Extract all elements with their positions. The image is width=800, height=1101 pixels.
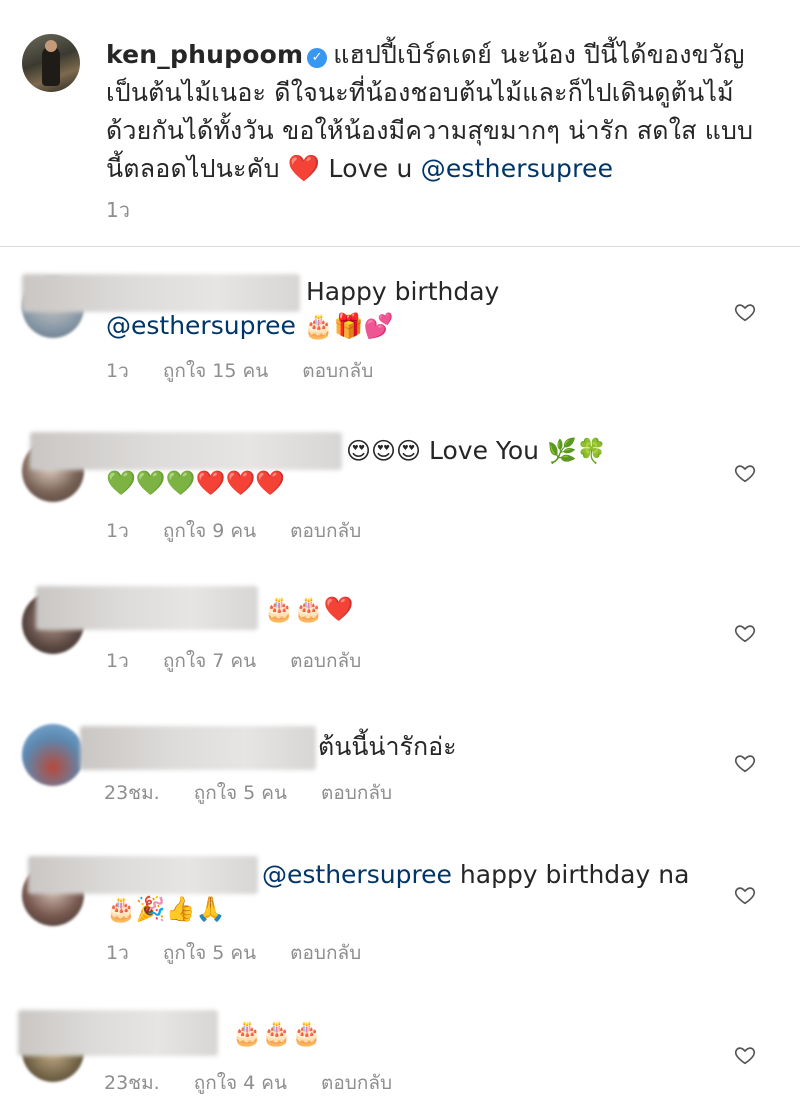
comment-time: 1ว (106, 650, 129, 672)
comment-meta: 1ว ถูกใจ 9 คน ตอบกลับ (106, 516, 389, 546)
comment-likes[interactable]: ถูกใจ 5 คน (163, 942, 256, 964)
owner-avatar[interactable] (22, 34, 80, 92)
caption-line-2: เป็นต้นไม้เนอะ ดีใจนะที่น้องชอบต้นไม้และ… (106, 78, 734, 107)
comment-time: 1ว (106, 520, 129, 542)
comment-item: ต้นนี้น่ารักอ่ะ 23ชม. ถูกใจ 5 คน ตอบกลับ (0, 720, 800, 820)
avatar-figure (42, 46, 60, 86)
comment-likes[interactable]: ถูกใจ 5 คน (194, 782, 287, 804)
caption-divider (0, 246, 800, 247)
commenter-name-blurred[interactable] (30, 432, 342, 470)
commenter-name-blurred[interactable] (80, 726, 316, 770)
comment-text: ต้นนี้น่ารักอ่ะ (318, 732, 457, 761)
reply-button[interactable]: ตอบกลับ (290, 942, 361, 964)
commenter-name-blurred[interactable] (28, 856, 258, 894)
avatar-head (45, 40, 57, 52)
comment-emojis: 🎂🎁💕 (303, 312, 394, 340)
comment-likes[interactable]: ถูกใจ 4 คน (194, 1072, 287, 1094)
comment-time: 1ว (106, 942, 129, 964)
comment-item: 😍😍😍 Love You 🌿🍀 💚💚💚❤️❤️❤️ 1ว ถูกใจ 9 คน … (0, 426, 800, 556)
comment-emojis: 🎂🎂🎂 (232, 1019, 322, 1047)
commenter-name-blurred[interactable] (36, 586, 258, 630)
comment-emojis-b: 🌿🍀 (546, 437, 607, 465)
caption-text: ken_phupoom ✓ แฮปปี้เบิร์ดเดย์ นะน้อง ปีนี… (106, 36, 766, 188)
comment-mention[interactable]: @esthersupree (106, 311, 296, 340)
reply-button[interactable]: ตอบกลับ (302, 360, 373, 382)
comment-likes[interactable]: ถูกใจ 9 คน (163, 520, 256, 542)
comment-item: 🎂🎂❤️ 1ว ถูกใจ 7 คน ตอบกลับ (0, 580, 800, 690)
heart-outline-icon[interactable] (734, 884, 756, 906)
post-caption: ken_phupoom ✓ แฮปปี้เบิร์ดเดย์ นะน้อง ปีนี… (0, 0, 800, 246)
reply-button[interactable]: ตอบกลับ (321, 782, 392, 804)
heart-outline-icon[interactable] (734, 752, 756, 774)
comment-item: @esthersupree happy birthday na 🎂🎉👍🙏 1ว … (0, 850, 800, 980)
comment-meta: 23ชม. ถูกใจ 4 คน ตอบกลับ (104, 1068, 420, 1098)
comment-meta: 23ชม. ถูกใจ 5 คน ตอบกลับ (104, 778, 420, 808)
caption-line-1: แฮปปี้เบิร์ดเดย์ นะน้อง ปีนี้ได้ของขวัญ (333, 40, 745, 69)
commenter-name-blurred[interactable] (18, 1010, 218, 1056)
comment-meta: 1ว ถูกใจ 7 คน ตอบกลับ (106, 646, 389, 676)
caption-line-3: ด้วยกันได้ทั้งวัน ขอให้น้องมีความสุขมากๆ… (106, 116, 754, 145)
reply-button[interactable]: ตอบกลับ (290, 650, 361, 672)
comment-time: 23ชม. (104, 1072, 160, 1094)
reply-button[interactable]: ตอบกลับ (290, 520, 361, 542)
commenter-avatar[interactable] (22, 724, 84, 786)
heart-outline-icon[interactable] (734, 622, 756, 644)
comment-mention[interactable]: @esthersupree (262, 860, 452, 889)
caption-love: Love u (328, 154, 413, 183)
comment-time: 1ว (106, 360, 129, 382)
comment-text: happy birthday na (459, 860, 690, 889)
comment-emojis: 🎂🎂❤️ (264, 595, 354, 623)
comment-text: Happy birthday (306, 277, 500, 306)
reply-button[interactable]: ตอบกลับ (321, 1072, 392, 1094)
green-hearts: 💚💚💚 (106, 469, 196, 497)
verified-badge-icon: ✓ (307, 48, 328, 68)
comment-likes[interactable]: ถูกใจ 7 คน (163, 650, 256, 672)
comment-emojis: 🎂🎉👍🙏 (106, 895, 226, 923)
comment-item: Happy birthday @esthersupree 🎂🎁💕 1ว ถูกใ… (0, 266, 800, 396)
comment-time: 23ชม. (104, 782, 160, 804)
comment-text: Love You (429, 436, 540, 465)
caption-line-4: นี้ตลอดไปนะคับ (106, 154, 280, 183)
red-hearts: ❤️❤️❤️ (195, 469, 286, 497)
comment-meta: 1ว ถูกใจ 5 คน ตอบกลับ (106, 938, 389, 968)
caption-mention[interactable]: @esthersupree (421, 154, 614, 183)
heart-emoji: ❤️ (287, 154, 321, 184)
heart-outline-icon[interactable] (734, 462, 756, 484)
comment-emojis-a: 😍😍😍 (346, 437, 422, 465)
commenter-name-blurred[interactable] (22, 274, 300, 312)
heart-outline-icon[interactable] (734, 1044, 756, 1066)
comment-meta: 1ว ถูกใจ 15 คน ตอบกลับ (106, 356, 401, 386)
post-timestamp: 1ว (106, 198, 130, 222)
owner-username[interactable]: ken_phupoom (106, 40, 303, 69)
comment-likes[interactable]: ถูกใจ 15 คน (163, 360, 268, 382)
heart-outline-icon[interactable] (734, 301, 756, 323)
comment-item: 🎂🎂🎂 23ชม. ถูกใจ 4 คน ตอบกลับ (0, 1006, 800, 1101)
